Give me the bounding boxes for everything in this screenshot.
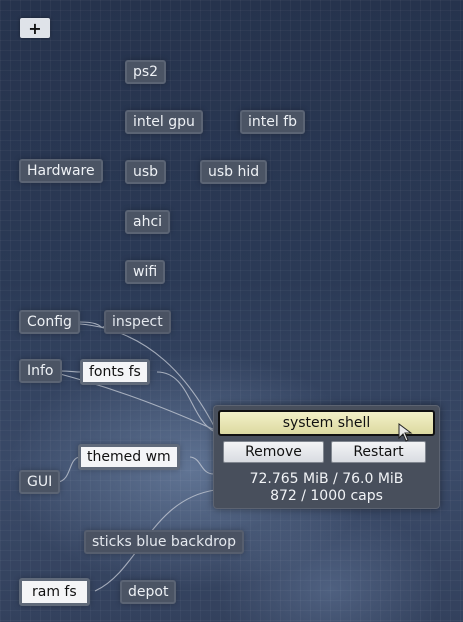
add-button[interactable]: + [20,18,50,38]
component-intel-fb[interactable]: intel fb [240,110,306,134]
group-gui[interactable]: GUI [19,470,61,494]
group-ram-fs[interactable]: ram fs [19,578,90,606]
component-sticks-blue-backdrop[interactable]: sticks blue backdrop [84,530,244,554]
memory-usage: 72.765 MiB / 76.0 MiB [249,471,404,487]
component-fonts-fs[interactable]: fonts fs [80,359,150,385]
component-ahci[interactable]: ahci [125,210,171,234]
component-themed-wm[interactable]: themed wm [78,444,180,470]
component-usb-hid[interactable]: usb hid [200,160,268,184]
component-inspect[interactable]: inspect [104,310,171,334]
remove-button[interactable]: Remove [223,441,324,463]
component-intel-gpu[interactable]: intel gpu [125,110,203,134]
group-info[interactable]: Info [19,359,62,383]
restart-button[interactable]: Restart [331,441,426,463]
component-popup: system shell Remove Restart 72.765 MiB /… [213,405,440,509]
component-depot[interactable]: depot [120,580,177,604]
caps-usage: 872 / 1000 caps [270,488,383,504]
group-config[interactable]: Config [19,310,80,334]
component-wifi[interactable]: wifi [125,260,166,284]
component-ram-fs[interactable]: ram fs [26,582,83,602]
component-usb[interactable]: usb [125,160,167,184]
mouse-pointer-icon [398,423,413,442]
group-hardware[interactable]: Hardware [19,159,103,183]
component-ps2[interactable]: ps2 [125,60,167,84]
